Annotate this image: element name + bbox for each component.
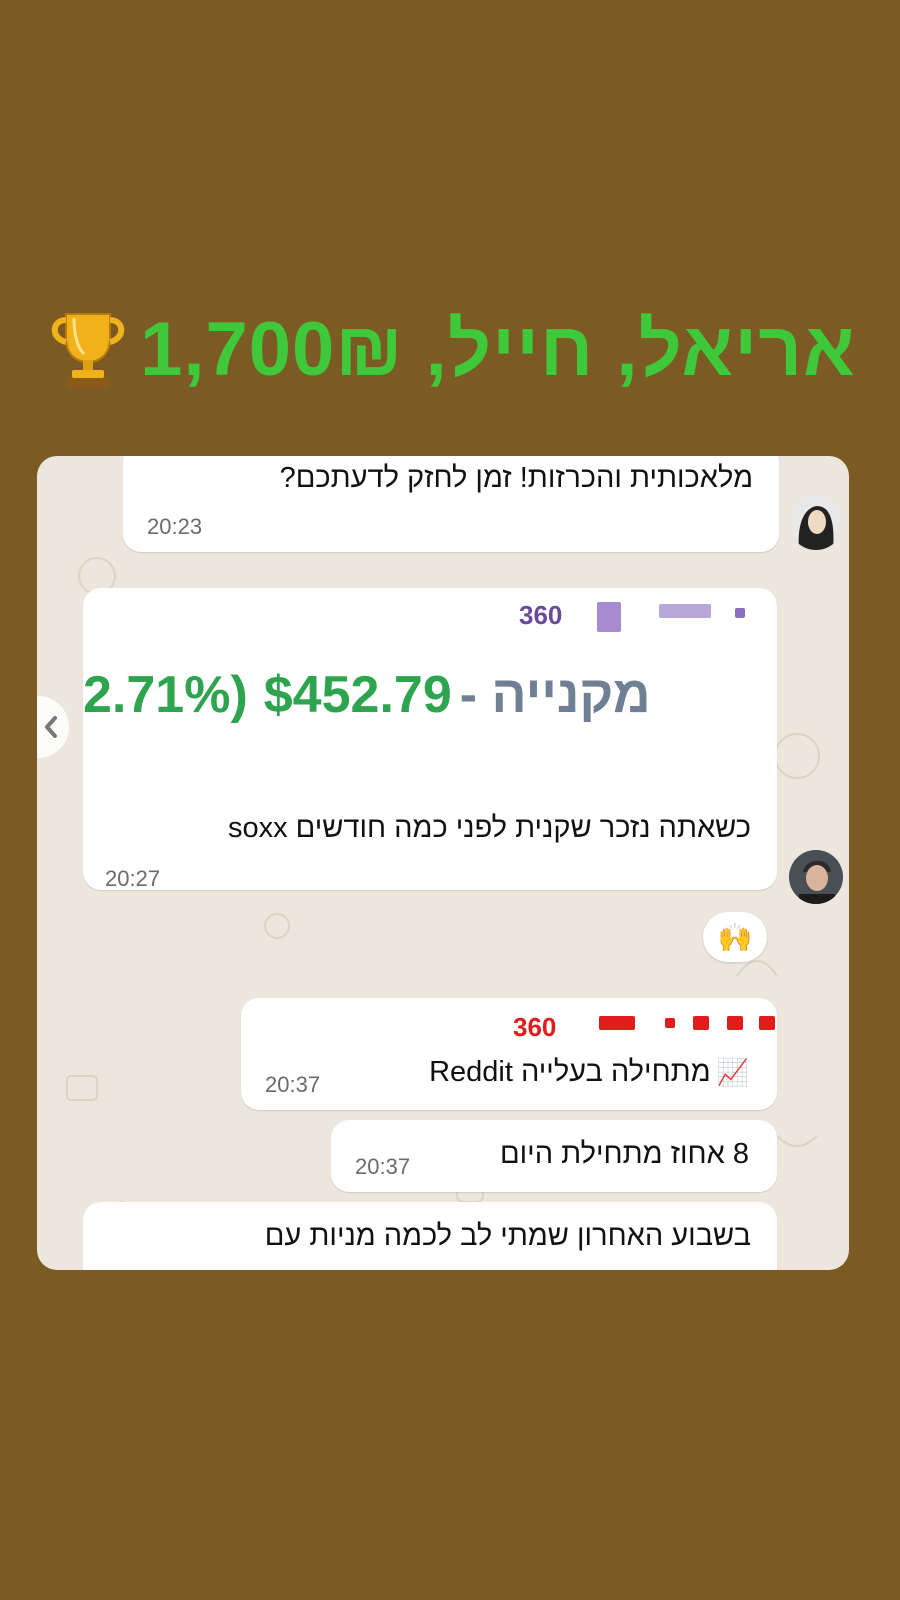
chart-increasing-icon: 📈	[716, 1057, 749, 1087]
message-text: מלאכותית והכרזות! זמן לחזק לדעתכם?	[279, 462, 753, 494]
message-body: מתחילה בעלייה Reddit	[429, 1056, 711, 1088]
blurred-name	[597, 602, 621, 632]
blurred-name	[659, 604, 711, 618]
message-time: 20:37	[265, 1072, 321, 1097]
blurred-name	[735, 608, 745, 618]
price-percent: .71%)	[111, 666, 248, 724]
raised-hands-icon: 🙌	[717, 921, 753, 953]
chat-message-2[interactable]: 360 2 .71%) $452.79 מקנייה - כשאתה נזכר …	[83, 588, 777, 891]
headline: אריאל, חייל, 1,700₪	[0, 305, 900, 395]
chat-message-3[interactable]: 360 📈 מתחילה בעלייה Reddit 20:37	[241, 998, 777, 1110]
chat-message-1[interactable]: מלאכותית והכרזות! זמן לחזק לדעתכם? 20:23	[123, 456, 779, 552]
blurred-name	[693, 1016, 709, 1030]
reaction-badge[interactable]: 🙌	[703, 912, 767, 962]
headline-text: אריאל, חייל, 1,700₪	[140, 307, 856, 392]
avatar-woman[interactable]	[789, 496, 843, 550]
blurred-name	[665, 1018, 675, 1028]
blurred-name	[727, 1016, 743, 1030]
message-time: 20:27	[105, 866, 161, 891]
message-time: 20:37	[355, 1154, 411, 1179]
price-prefix: מקנייה -	[459, 666, 651, 724]
blurred-name	[599, 1016, 635, 1030]
chevron-left-icon	[45, 716, 57, 738]
chat-screenshot: מלאכותית והכרזות! זמן לחזק לדעתכם? 20:23…	[37, 456, 849, 1270]
chat-message-4[interactable]: 8 אחוז מתחילת היום 20:37	[331, 1120, 777, 1192]
group-member-count: 360	[513, 1012, 557, 1042]
trophy-icon	[51, 313, 125, 388]
group-member-count: 360	[519, 600, 563, 630]
message-time: 20:23	[147, 514, 203, 539]
message-text: בשבוע האחרון שמתי לב לכמה מניות עם	[264, 1220, 751, 1252]
message-text: 8 אחוז מתחילת היום	[499, 1138, 749, 1170]
message-text: כשאתה נזכר שקנית לפני כמה חודשים soxx	[227, 812, 751, 844]
price-line: 2 .71%) $452.79 מקנייה -	[83, 660, 773, 730]
price-lead: 2	[83, 666, 112, 724]
message-text: 📈 מתחילה בעלייה Reddit	[429, 1056, 749, 1089]
price-value: $452.79	[263, 666, 452, 724]
avatar-man[interactable]	[789, 850, 843, 904]
chat-message-5[interactable]: בשבוע האחרון שמתי לב לכמה מניות עם	[83, 1202, 777, 1270]
blurred-name	[759, 1016, 775, 1030]
